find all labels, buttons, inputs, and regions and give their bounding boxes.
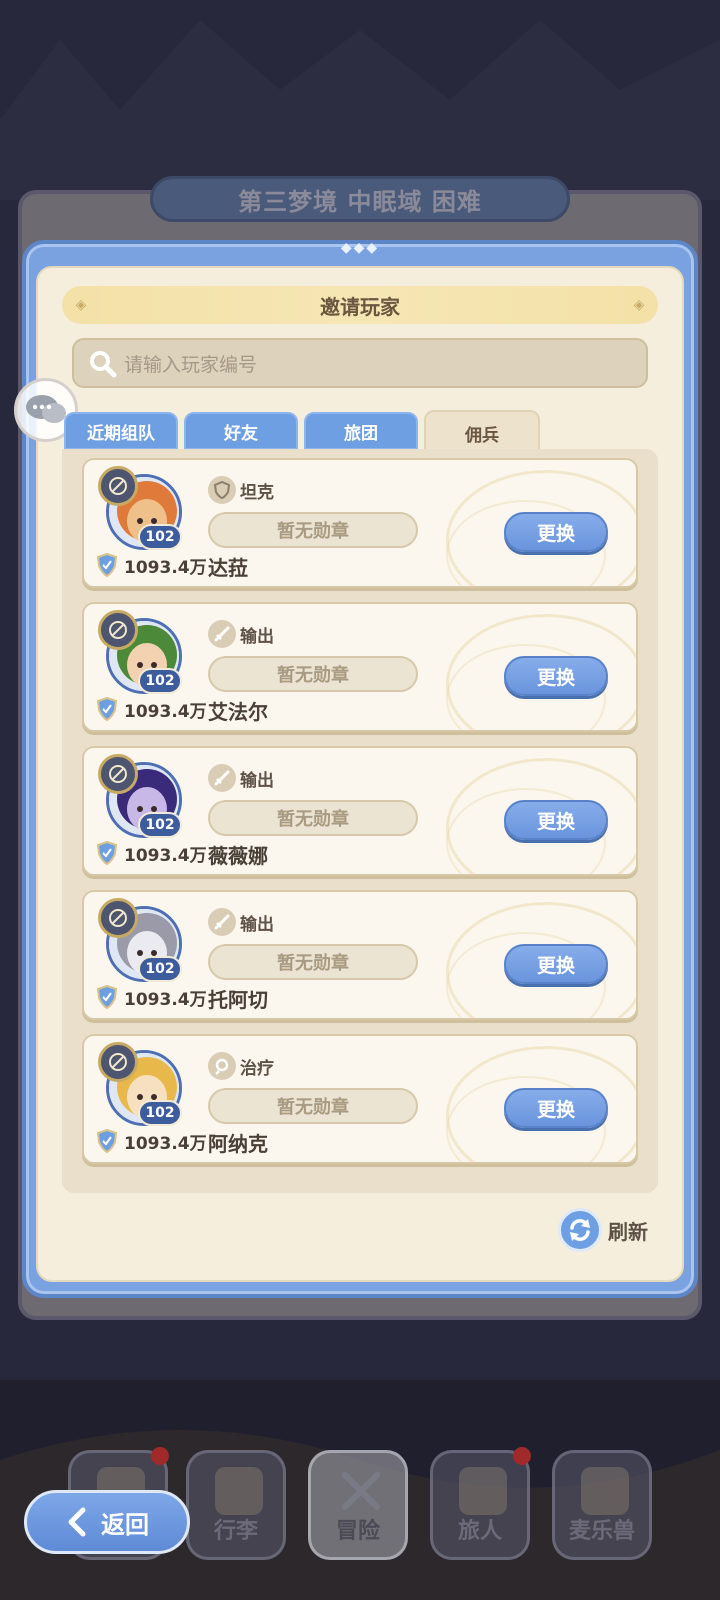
back-label: 返回	[101, 1510, 149, 1539]
hero-name: 薇薇娜	[208, 844, 268, 868]
nav-travelers-label: 旅人	[457, 1519, 502, 1544]
role-row: 坦克	[208, 476, 274, 504]
refresh-icon	[558, 1208, 602, 1252]
power-row: 1093.4万	[96, 696, 207, 722]
diamond-ornament-icon: ◈	[75, 297, 87, 313]
notification-badge	[513, 1447, 531, 1465]
refresh-label: 刷新	[608, 1219, 648, 1244]
hero-name: 托阿切	[208, 988, 268, 1012]
power-value: 1093.4万	[124, 845, 207, 866]
level-badge: 102	[138, 524, 182, 550]
player-id-search-input[interactable]: 请输入玩家编号	[72, 338, 648, 388]
heal-icon	[208, 1052, 236, 1080]
backpack-icon	[215, 1467, 263, 1515]
role-label: 输出	[240, 626, 274, 647]
nav-luggage-label: 行李	[213, 1519, 258, 1544]
mercenary-card: 102 1093.4万 输出 暂无勋章 艾法尔 更换	[82, 602, 638, 732]
tab-mercenary[interactable]: 佣兵	[424, 410, 540, 454]
dialog-title: 邀请玩家	[320, 294, 400, 319]
back-arrow-icon	[68, 1507, 86, 1537]
hero-name: 阿纳克	[208, 1132, 268, 1156]
power-shield-icon	[96, 841, 118, 865]
level-badge: 102	[138, 1100, 182, 1126]
mercenary-card: 102 1093.4万 输出 暂无勋章 薇薇娜 更换	[82, 746, 638, 876]
refresh-button[interactable]: 刷新	[558, 1208, 648, 1252]
notification-badge	[151, 1447, 169, 1465]
power-shield-icon	[96, 1129, 118, 1153]
back-button[interactable]: 返回	[24, 1490, 190, 1554]
power-value: 1093.4万	[124, 557, 207, 578]
crossed-swords-icon	[337, 1467, 385, 1515]
power-row: 1093.4万	[96, 552, 207, 578]
medal-status: 暂无勋章	[208, 944, 418, 980]
role-row: 输出	[208, 764, 274, 792]
role-row: 输出	[208, 620, 274, 648]
sword-icon	[208, 764, 236, 792]
power-row: 1093.4万	[96, 984, 207, 1010]
swap-button[interactable]: 更换	[504, 944, 608, 984]
power-row: 1093.4万	[96, 840, 207, 866]
nav-adventure[interactable]: 冒险	[308, 1450, 408, 1560]
sword-icon	[208, 908, 236, 936]
shield-icon	[208, 476, 236, 504]
role-label: 坦克	[240, 482, 274, 503]
hero-name: 达菈	[208, 556, 248, 580]
power-value: 1093.4万	[124, 701, 207, 722]
role-row: 治疗	[208, 1052, 274, 1080]
nav-luggage[interactable]: 行李	[186, 1450, 286, 1560]
dialog-title-bar: ◈ 邀请玩家 ◈	[62, 286, 658, 324]
character-icon	[459, 1467, 507, 1515]
tab-guild[interactable]: 旅团	[304, 412, 418, 450]
class-emblem-icon	[98, 1042, 138, 1082]
power-value: 1093.4万	[124, 989, 207, 1010]
level-badge: 102	[138, 668, 182, 694]
chat-icon	[26, 395, 66, 423]
sword-icon	[208, 620, 236, 648]
role-row: 输出	[208, 908, 274, 936]
medal-status: 暂无勋章	[208, 1088, 418, 1124]
tab-recent-team[interactable]: 近期组队	[64, 412, 178, 450]
search-icon	[90, 351, 117, 378]
nav-pets[interactable]: 麦乐兽	[552, 1450, 652, 1560]
nav-adventure-label: 冒险	[335, 1519, 380, 1544]
nav-pets-label: 麦乐兽	[568, 1519, 635, 1544]
swap-button[interactable]: 更换	[504, 800, 608, 840]
tab-friends[interactable]: 好友	[184, 412, 298, 450]
level-badge: 102	[138, 956, 182, 982]
medal-status: 暂无勋章	[208, 800, 418, 836]
class-emblem-icon	[98, 466, 138, 506]
mercenary-card: 102 1093.4万 输出 暂无勋章 托阿切 更换	[82, 890, 638, 1020]
dialog-ornament-icon: ◆◆◆	[340, 240, 380, 256]
diamond-ornament-icon: ◈	[633, 297, 645, 313]
role-label: 输出	[240, 914, 274, 935]
mercenary-card: 102 1093.4万 治疗 暂无勋章 阿纳克 更换	[82, 1034, 638, 1164]
pet-icon	[581, 1467, 629, 1515]
class-emblem-icon	[98, 754, 138, 794]
class-emblem-icon	[98, 898, 138, 938]
hero-name: 艾法尔	[208, 700, 268, 724]
role-label: 治疗	[240, 1058, 274, 1079]
class-emblem-icon	[98, 610, 138, 650]
mercenary-card: 102 1093.4万 坦克 暂无勋章 达菈 更换	[82, 458, 638, 588]
medal-status: 暂无勋章	[208, 512, 418, 548]
power-shield-icon	[96, 553, 118, 577]
stage-title: 第三梦境 中眠域 困难	[150, 176, 570, 222]
role-label: 输出	[240, 770, 274, 791]
swap-button[interactable]: 更换	[504, 1088, 608, 1128]
swap-button[interactable]: 更换	[504, 656, 608, 696]
nav-travelers[interactable]: 旅人	[430, 1447, 531, 1560]
power-shield-icon	[96, 985, 118, 1009]
swap-button[interactable]: 更换	[504, 512, 608, 552]
medal-status: 暂无勋章	[208, 656, 418, 692]
level-badge: 102	[138, 812, 182, 838]
power-row: 1093.4万	[96, 1128, 207, 1154]
power-value: 1093.4万	[124, 1133, 207, 1154]
search-placeholder: 请输入玩家编号	[124, 353, 258, 376]
power-shield-icon	[96, 697, 118, 721]
